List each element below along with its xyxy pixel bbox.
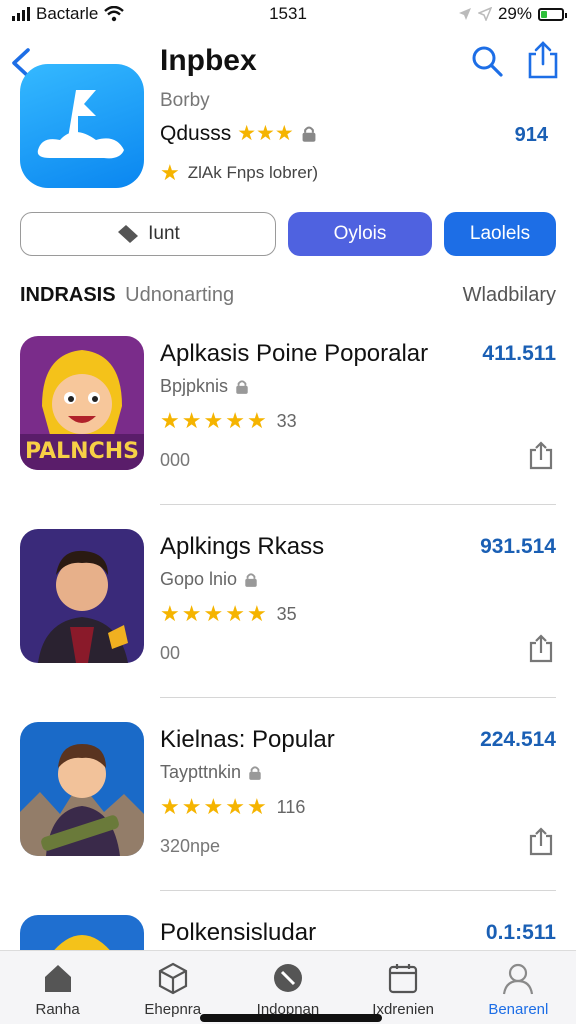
app-count: 914 <box>514 124 548 146</box>
star-icon: ★ <box>160 160 180 185</box>
oglois-button[interactable]: Oylois <box>288 212 432 256</box>
list-item[interactable]: Aplkings Rkass 931.514 Gopo lnio ★ ★ ★ ★ ★ 3… <box>20 529 556 669</box>
download-icon[interactable] <box>528 826 554 856</box>
app-icon <box>20 64 144 188</box>
item-title: Polkensisludar <box>160 919 317 946</box>
labels-button[interactable]: Laolels <box>444 212 556 256</box>
item-developer: Bpjpknis <box>160 376 229 396</box>
section-title: INDRASIS <box>20 284 116 306</box>
status-right: 29% <box>458 4 567 24</box>
location-icon-outline <box>477 7 492 21</box>
section-header: INDRASIS Udnonarting Wladbilary <box>20 284 556 312</box>
app-thumbnail[interactable]: PALNCHS <box>20 336 144 470</box>
list-divider <box>160 697 556 698</box>
star-icon: ★ <box>203 794 224 819</box>
share-icon[interactable] <box>526 40 560 80</box>
item-price[interactable]: 931.514 <box>480 535 556 559</box>
item-developer: Gopo lnio <box>160 569 238 589</box>
tag-icon <box>118 225 139 243</box>
star-icon: ★ <box>203 408 224 433</box>
thumbnail-label: PALNCHS <box>25 439 139 464</box>
item-rating-count: 33 <box>276 410 297 431</box>
battery-icon <box>538 7 567 21</box>
item-title: Kielnas: Popular <box>160 726 335 753</box>
item-rating: ★ ★ ★ ★ ★ 116 <box>160 794 305 820</box>
app-title: Inpbex <box>160 44 257 77</box>
star-icon: ★ <box>225 601 245 626</box>
person-icon <box>503 963 534 995</box>
star-icon: ★ <box>203 601 224 626</box>
home-indicator <box>200 1014 382 1022</box>
search-icon[interactable] <box>470 44 504 78</box>
labels-button-label: Laolels <box>469 223 531 244</box>
star-icon: ★ <box>160 408 180 433</box>
item-rating: ★ ★ ★ ★ ★ 35 <box>160 601 297 627</box>
item-rating-count: 116 <box>276 796 306 817</box>
item-price[interactable]: 411.511 <box>482 342 556 366</box>
app-rating-stars: ★★★ <box>237 122 294 145</box>
hunt-button[interactable]: Iunt <box>20 212 276 256</box>
star-icon: ★ <box>160 601 180 626</box>
item-rating: ★ ★ ★ ★ ★ 33 <box>160 408 297 434</box>
item-price[interactable]: 0.1:511 <box>486 921 556 945</box>
star-icon: ★ <box>181 408 202 433</box>
section-see-all[interactable]: Wladbilary <box>463 284 556 307</box>
list-divider <box>160 504 556 505</box>
item-developer-row: Gopo lnio <box>160 569 259 590</box>
item-title: Aplkings Rkass <box>160 533 325 560</box>
tab-bar: Ranha Ehepnra Indopnan Ixdrenien Benaren… <box>0 950 576 1024</box>
tab-label: Benarenl <box>488 1001 549 1018</box>
app-subtitle: ZlAk Fnps lobrer) <box>187 163 319 182</box>
star-icon: ★ <box>160 794 180 819</box>
battery-percent: 29% <box>497 4 532 23</box>
location-icon <box>458 8 471 20</box>
star-icon: ★ <box>246 794 267 819</box>
list-item[interactable]: Kielnas: Popular 224.514 Taypttnkin ★ ★ ★ ★… <box>20 722 556 862</box>
cube-icon <box>158 962 187 995</box>
item-title: Aplkasis Poine Poporalar <box>160 340 429 367</box>
star-icon: ★ <box>246 601 267 626</box>
app-thumbnail[interactable] <box>20 722 144 856</box>
item-meta: 320npe <box>160 836 221 856</box>
battery-fill <box>541 10 547 18</box>
star-icon: ★ <box>225 794 245 819</box>
item-developer-row: Bpjpknis <box>160 376 250 397</box>
app-developer[interactable]: Borby <box>160 90 210 112</box>
item-developer: Taypttnkin <box>160 762 242 782</box>
tab-label: Ranha <box>35 1001 80 1018</box>
status-bar: Bactarle 1531 29% <box>0 0 576 28</box>
download-icon[interactable] <box>528 633 554 663</box>
item-price[interactable]: 224.514 <box>480 728 556 752</box>
app-rating-row: Qdusss ★★★ <box>160 121 318 146</box>
item-meta: 00 <box>160 643 181 663</box>
item-developer-row: Taypttnkin <box>160 762 263 783</box>
download-icon[interactable] <box>528 440 554 470</box>
calendar-icon <box>389 964 418 994</box>
tab-label: Ehepnra <box>144 1001 202 1018</box>
tab-person[interactable]: Benarenl <box>461 951 576 1024</box>
lock-icon <box>249 765 261 780</box>
app-logo-icon <box>37 90 124 159</box>
lock-icon <box>302 126 316 142</box>
hunt-button-label: Iunt <box>148 223 180 244</box>
star-icon: ★ <box>181 601 202 626</box>
tab-home[interactable]: Ranha <box>0 951 115 1024</box>
app-subtitle-row: ★ ZlAk Fnps lobrer) <box>160 160 318 186</box>
lock-icon <box>245 572 257 587</box>
lock-icon <box>236 379 248 394</box>
oglois-button-label: Oylois <box>333 223 387 244</box>
item-rating-count: 35 <box>276 603 297 624</box>
star-icon: ★ <box>246 408 267 433</box>
app-rating-label: Qdusss <box>160 121 232 145</box>
list-item[interactable]: PALNCHS Aplkasis Poine Poporalar 411.511… <box>20 336 556 476</box>
app-thumbnail[interactable] <box>20 529 144 663</box>
section-subtitle: Udnonarting <box>125 284 235 306</box>
compass-icon <box>273 964 302 992</box>
star-icon: ★ <box>225 408 245 433</box>
item-meta: 000 <box>160 450 191 470</box>
star-icon: ★ <box>181 794 202 819</box>
home-icon <box>44 965 71 992</box>
list-divider <box>160 890 556 891</box>
